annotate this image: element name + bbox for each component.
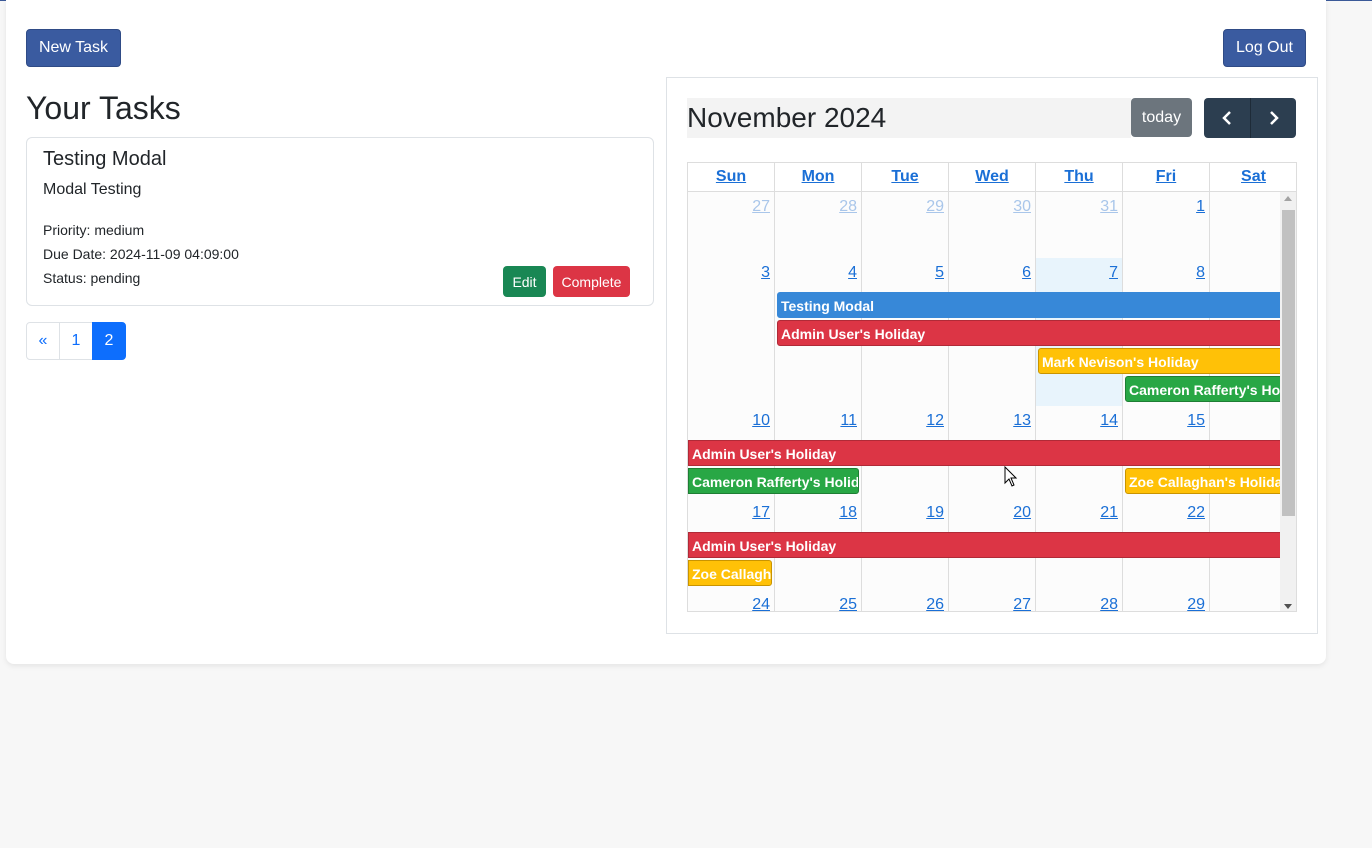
day-number[interactable]: 25 [839,596,857,611]
day-number[interactable]: 31 [1100,198,1118,216]
day-number[interactable]: 19 [926,504,944,522]
day-number[interactable]: 10 [752,412,770,430]
chevron-right-icon [1269,111,1279,125]
event-zoe-callaghan-holiday[interactable]: Zoe Callaghan's Holiday [1125,468,1280,494]
task-due-date: Due Date: 2024-11-09 04:09:00 [43,246,239,262]
day-number[interactable]: 27 [1013,596,1031,611]
event-mark-nevison-holiday[interactable]: Mark Nevison's Holiday [1038,348,1280,374]
day-number[interactable]: 22 [1187,504,1205,522]
calendar-grid: Sun Mon Tue Wed Thu Fri Sat 27 28 29 30 … [687,162,1297,612]
day-cell[interactable]: 30 [949,192,1036,258]
pagination: « 1 2 [26,322,126,360]
day-cell[interactable]: 28 [1036,590,1123,611]
day-number[interactable]: 14 [1100,412,1118,430]
calendar-scrollbar[interactable] [1280,192,1296,611]
day-number[interactable]: 21 [1100,504,1118,522]
mouse-cursor-icon [1004,466,1018,487]
day-number[interactable]: 30 [1013,198,1031,216]
calendar-week: 17 18 19 20 21 22 2 Admin User's Holiday… [688,498,1280,590]
calendar-week: 27 28 29 30 31 1 [688,192,1280,258]
scrollbar-thumb[interactable] [1282,210,1295,516]
calendar-body: 27 28 29 30 31 1 3 4 5 6 7 8 Testing Mod… [688,192,1280,611]
task-description: Modal Testing [43,181,142,198]
calendar-week: 3 4 5 6 7 8 Testing Modal Admin User's H… [688,258,1280,406]
next-month-button[interactable] [1250,98,1296,138]
day-number[interactable]: 4 [848,264,857,282]
day-number[interactable]: 29 [1187,596,1205,611]
day-number[interactable]: 12 [926,412,944,430]
day-header-mon[interactable]: Mon [775,163,862,192]
day-cell[interactable]: 31 [1036,192,1123,258]
day-number[interactable]: 6 [1022,264,1031,282]
task-title: Testing Modal [43,148,167,170]
day-number[interactable]: 29 [926,198,944,216]
day-number[interactable]: 17 [752,504,770,522]
day-number[interactable]: 18 [839,504,857,522]
prev-month-button[interactable] [1204,98,1250,138]
task-card: Testing Modal Modal Testing Priority: me… [26,137,654,306]
day-cell[interactable]: 3 [688,258,775,406]
day-cell[interactable]: 27 [688,192,775,258]
scroll-up-arrow-icon[interactable] [1284,196,1292,201]
day-number[interactable]: 5 [935,264,944,282]
event-cameron-rafferty-holiday[interactable]: Cameron Rafferty's Holiday [688,468,859,494]
calendar-title: November 2024 [687,98,1131,138]
new-task-button[interactable]: New Task [26,29,121,67]
day-header-sun[interactable]: Sun [688,163,775,192]
day-number[interactable]: 26 [926,596,944,611]
day-number[interactable]: 8 [1196,264,1205,282]
task-priority: Priority: medium [43,222,145,238]
day-cell[interactable]: 24 [688,590,775,611]
calendar-week: 10 11 12 13 14 15 1 Admin User's Holiday… [688,406,1280,498]
pagination-page-2[interactable]: 2 [92,322,126,360]
day-cell[interactable]: 1 [1123,192,1210,258]
task-status: Status: pending [43,270,141,286]
day-header-sat[interactable]: Sat [1210,163,1296,192]
pagination-prev[interactable]: « [26,322,60,360]
day-cell[interactable]: 28 [775,192,862,258]
today-button[interactable]: today [1131,98,1192,137]
chevron-left-icon [1222,111,1231,125]
logout-button[interactable]: Log Out [1223,29,1306,67]
day-header-thu[interactable]: Thu [1036,163,1123,192]
day-cell[interactable]: 25 [775,590,862,611]
day-number[interactable]: 7 [1109,264,1118,282]
scroll-down-arrow-icon[interactable] [1284,604,1292,609]
day-cell[interactable] [1210,192,1280,258]
event-admin-holiday[interactable]: Admin User's Holiday [688,440,1280,466]
day-number[interactable]: 27 [752,198,770,216]
day-number[interactable]: 15 [1187,412,1205,430]
complete-task-button[interactable]: Complete [553,266,630,297]
event-admin-holiday[interactable]: Admin User's Holiday [688,532,1280,558]
day-number[interactable]: 3 [761,264,770,282]
event-cameron-rafferty-holiday[interactable]: Cameron Rafferty's Holiday [1125,376,1280,402]
event-zoe-callaghan-holiday[interactable]: Zoe Callaghan's Holiday [688,560,772,586]
day-number[interactable]: 24 [752,596,770,611]
day-header-wed[interactable]: Wed [949,163,1036,192]
event-testing-modal[interactable]: Testing Modal [777,292,1280,318]
pagination-page-1[interactable]: 1 [59,322,93,360]
day-cell[interactable]: 27 [949,590,1036,611]
day-number[interactable]: 28 [839,198,857,216]
calendar-header-row: Sun Mon Tue Wed Thu Fri Sat [688,163,1296,192]
event-admin-holiday[interactable]: Admin User's Holiday [777,320,1280,346]
day-cell[interactable]: 26 [862,590,949,611]
day-number[interactable]: 13 [1013,412,1031,430]
day-number[interactable]: 20 [1013,504,1031,522]
tasks-heading: Your Tasks [26,90,181,126]
day-cell[interactable]: 29 [862,192,949,258]
day-header-tue[interactable]: Tue [862,163,949,192]
day-number[interactable]: 1 [1196,198,1205,216]
day-cell[interactable]: 3 [1210,590,1280,611]
calendar-week: 24 25 26 27 28 29 3 [688,590,1280,611]
edit-task-button[interactable]: Edit [503,266,546,297]
day-cell[interactable]: 29 [1123,590,1210,611]
day-number[interactable]: 28 [1100,596,1118,611]
day-number[interactable]: 11 [840,412,857,430]
day-header-fri[interactable]: Fri [1123,163,1210,192]
